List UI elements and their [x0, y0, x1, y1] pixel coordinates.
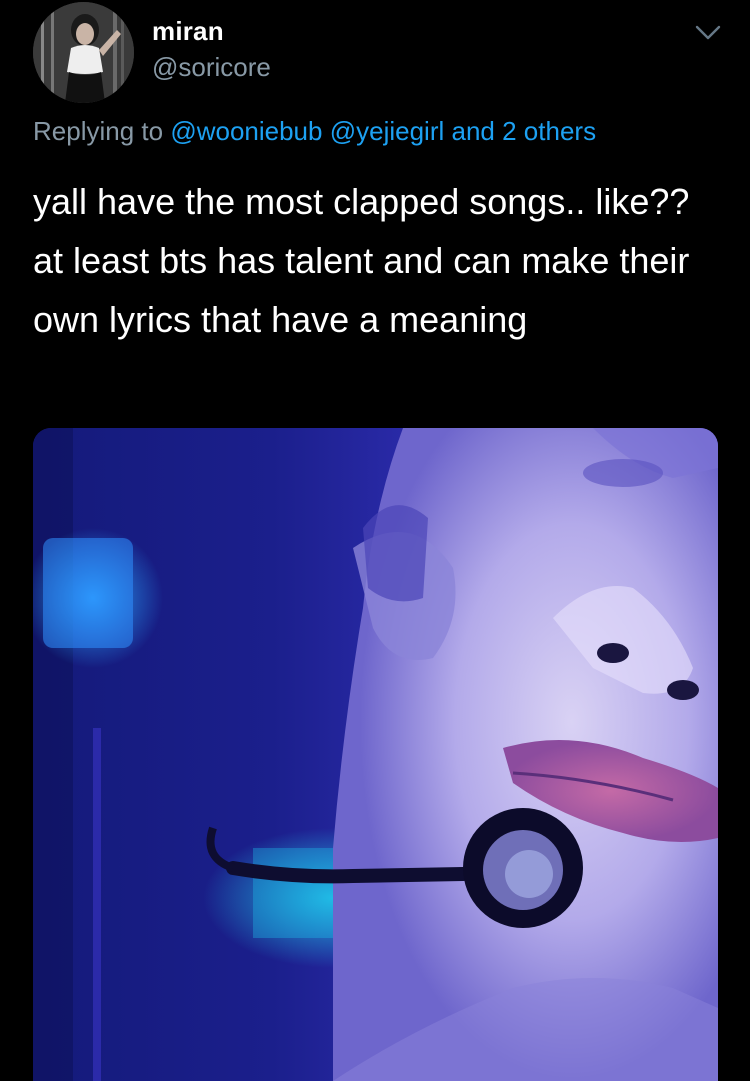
tweet-media-image[interactable]	[33, 428, 718, 1081]
replying-to: Replying to @wooniebub @yejiegirl and 2 …	[33, 116, 596, 147]
mention-link[interactable]: @wooniebub	[170, 116, 322, 146]
tweet: miran @soricore Replying to @wooniebub @…	[0, 0, 750, 1081]
and-connector: and	[451, 116, 495, 146]
display-name[interactable]: miran	[152, 16, 224, 47]
tweet-text: yall have the most clapped songs.. like?…	[33, 181, 690, 340]
chevron-down-icon[interactable]	[694, 24, 722, 42]
avatar[interactable]	[33, 2, 134, 103]
media-photo	[33, 428, 718, 1081]
avatar-photo	[33, 2, 134, 103]
and-others-link[interactable]: and 2 others	[452, 116, 597, 146]
user-handle[interactable]: @soricore	[152, 52, 271, 83]
mention-link[interactable]: @yejiegirl	[330, 116, 445, 146]
others-count: 2 others	[502, 116, 597, 146]
replying-to-label: Replying to	[33, 116, 164, 146]
